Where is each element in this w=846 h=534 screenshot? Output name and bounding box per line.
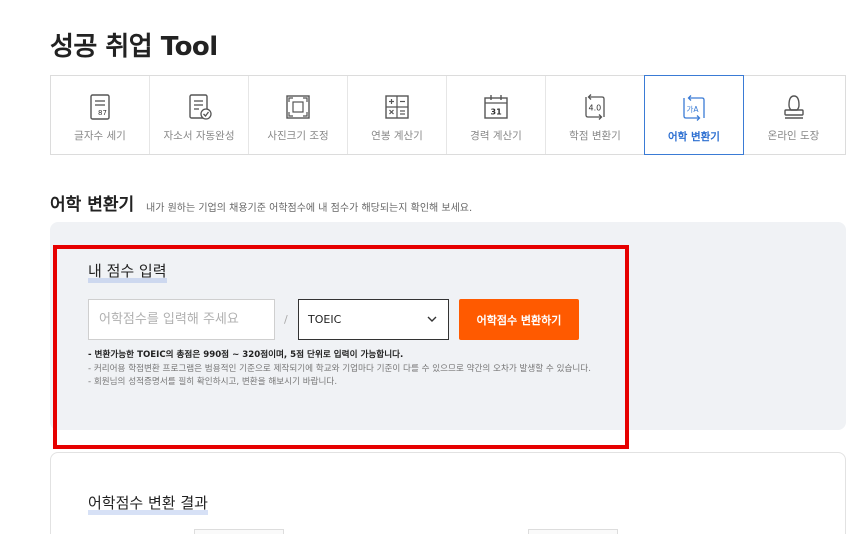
tab-label: 어학 변환기	[668, 131, 720, 143]
page-title: 성공 취업 Tool	[50, 32, 218, 62]
note-item: - 커리어용 학점변환 프로그램은 범용적인 기준으로 제작되기에 학교와 기업…	[88, 363, 591, 374]
result-field	[194, 529, 284, 534]
tab-gpa-convert[interactable]: 4.0 학점 변환기	[546, 76, 645, 154]
note-item: - 변환가능한 TOEIC의 총점은 990점 ~ 320점이며, 5점 단위로…	[88, 350, 404, 360]
tab-career-calc[interactable]: 31 경력 계산기	[447, 76, 546, 154]
tool-tabs: 87 글자수 세기 자소서 자동완성 사진크기 조정 연봉 계산기 31 경력 …	[50, 75, 846, 155]
stamp-icon	[783, 95, 804, 119]
document-count-icon: 87	[90, 94, 110, 120]
note-item: - 회원님의 성적증명서를 필히 확인하시고, 변환을 해보시기 바랍니다.	[88, 377, 338, 387]
calculator-icon	[385, 95, 409, 119]
result-field	[528, 529, 618, 534]
grade-convert-icon: 4.0	[585, 94, 605, 120]
exam-type-value: TOEIC	[308, 313, 342, 326]
tab-online-stamp[interactable]: 온라인 도장	[744, 76, 843, 154]
tab-label: 사진크기 조정	[267, 130, 329, 142]
tab-label: 학점 변환기	[569, 130, 621, 142]
tab-photo-resize[interactable]: 사진크기 조정	[249, 76, 348, 154]
tab-essay-complete[interactable]: 자소서 자동완성	[150, 76, 249, 154]
tab-label: 글자수 세기	[74, 130, 126, 142]
score-input[interactable]	[88, 299, 275, 340]
translate-icon: 가A	[683, 95, 705, 121]
char-count-icon-text: 87	[98, 109, 107, 117]
section-description: 내가 원하는 기업의 채용기준 어학점수에 내 점수가 해당되는지 확인해 보세…	[146, 203, 473, 214]
grade-icon-text: 4.0	[589, 104, 602, 113]
convert-score-button[interactable]: 어학점수 변환하기	[459, 299, 579, 340]
exam-type-select[interactable]: TOEIC	[298, 299, 449, 340]
calendar-icon: 31	[484, 95, 508, 119]
resize-icon	[286, 95, 310, 119]
tab-label: 온라인 도장	[767, 130, 820, 142]
chevron-down-icon	[427, 316, 437, 322]
document-check-icon	[189, 94, 212, 120]
tab-label: 자소서 자동완성	[163, 130, 235, 142]
tab-label: 경력 계산기	[470, 130, 522, 142]
tab-label: 연봉 계산기	[371, 130, 423, 142]
tab-char-count[interactable]: 87 글자수 세기	[51, 76, 150, 154]
notes: - 변환가능한 TOEIC의 총점은 990점 ~ 320점이며, 5점 단위로…	[88, 349, 591, 390]
score-input-title: 내 점수 입력	[88, 262, 167, 283]
separator: /	[284, 313, 288, 326]
calendar-icon-text: 31	[491, 108, 503, 117]
section-title: 어학 변환기	[50, 195, 135, 215]
tab-language-convert[interactable]: 가A 어학 변환기	[644, 75, 744, 155]
translate-icon-text: 가A	[687, 105, 700, 114]
tab-salary-calc[interactable]: 연봉 계산기	[348, 76, 447, 154]
result-title: 어학점수 변환 결과	[88, 494, 208, 515]
